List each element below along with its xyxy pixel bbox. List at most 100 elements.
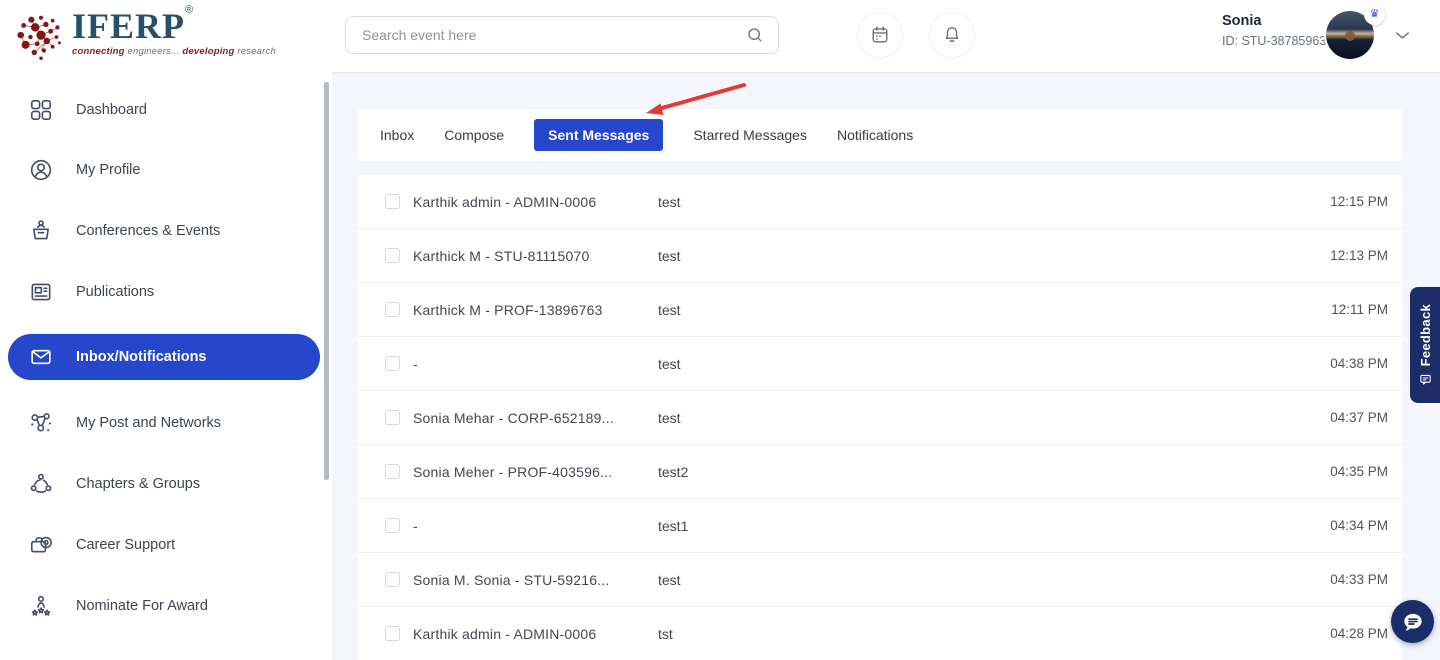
message-checkbox[interactable]: [385, 194, 400, 209]
message-checkbox[interactable]: [385, 248, 400, 263]
feedback-button[interactable]: Feedback: [1410, 287, 1440, 403]
sidebar-scrollbar[interactable]: [324, 82, 329, 480]
sidebar-nav: Dashboard My Profile Conferences & Event…: [0, 72, 332, 660]
message-row[interactable]: Karthik admin - ADMIN-0006 tst 04:28 PM: [358, 607, 1402, 660]
search-input[interactable]: [346, 27, 745, 43]
sidebar-item-career-support[interactable]: Career Support: [8, 525, 320, 565]
sidebar-item-conferences-events[interactable]: Conferences & Events: [8, 211, 320, 251]
logo-network-icon: [17, 15, 61, 61]
sidebar-item-label: Publications: [76, 284, 155, 300]
sidebar-item-label: Nominate For Award: [76, 598, 208, 614]
profile-icon: [28, 157, 54, 183]
message-subject: test: [658, 409, 681, 426]
tab-starred-messages[interactable]: Starred Messages: [693, 119, 807, 151]
message-time: 04:35 PM: [1330, 464, 1388, 479]
message-row[interactable]: - test 04:38 PM: [358, 337, 1402, 391]
registered-mark: ®: [185, 4, 194, 16]
message-checkbox[interactable]: [385, 572, 400, 587]
message-sender: Karthick M - PROF-13896763: [413, 301, 603, 318]
chat-bubble-icon: [1400, 609, 1426, 635]
message-checkbox[interactable]: [385, 356, 400, 371]
award-icon: [28, 593, 54, 619]
sidebar-item-my-post-and-networks[interactable]: My Post and Networks: [8, 403, 320, 443]
message-sender: Karthik admin - ADMIN-0006: [413, 625, 597, 642]
feedback-label: Feedback: [1417, 303, 1433, 367]
message-row[interactable]: - test1 04:34 PM: [358, 499, 1402, 553]
chat-button[interactable]: [1391, 600, 1434, 643]
chevron-down-icon[interactable]: [1394, 29, 1411, 47]
message-sender: Sonia M. Sonia - STU-59216...: [413, 571, 610, 588]
calendar-button[interactable]: [858, 13, 902, 57]
message-checkbox[interactable]: [385, 410, 400, 425]
message-row[interactable]: Sonia Meher - PROF-403596... test2 04:35…: [358, 445, 1402, 499]
message-subject: test: [658, 571, 681, 588]
message-time: 12:13 PM: [1330, 248, 1388, 263]
message-subject: test1: [658, 517, 689, 534]
message-time: 04:38 PM: [1330, 356, 1388, 371]
sent-messages-list: Karthik admin - ADMIN-0006 test 12:15 PM…: [358, 175, 1402, 660]
message-time: 12:11 PM: [1331, 302, 1388, 317]
notifications-button[interactable]: [930, 13, 974, 57]
message-checkbox[interactable]: [385, 518, 400, 533]
brand-name: IFERP®: [72, 4, 194, 46]
sidebar-item-label: My Post and Networks: [76, 415, 222, 431]
tab-compose[interactable]: Compose: [444, 119, 504, 151]
calendar-icon: [869, 24, 891, 46]
message-checkbox[interactable]: [385, 302, 400, 317]
inbox-icon: [28, 344, 54, 370]
main-content: Inbox Compose Sent Messages Starred Message…: [332, 72, 1440, 660]
feedback-icon: [1419, 373, 1432, 386]
iferp-logo[interactable]: IFERP® connecting engineers... developin…: [14, 4, 276, 66]
publications-icon: [28, 279, 54, 305]
sidebar-item-dashboard[interactable]: Dashboard: [8, 90, 320, 130]
message-subject: test: [658, 301, 681, 318]
search-icon[interactable]: [745, 25, 765, 45]
user-name: Sonia: [1222, 13, 1262, 29]
message-row[interactable]: Karthick M - PROF-13896763 test 12:11 PM: [358, 283, 1402, 337]
network-icon: [28, 410, 54, 436]
message-sender: Karthick M - STU-81115070: [413, 247, 590, 264]
message-row[interactable]: Sonia M. Sonia - STU-59216... test 04:33…: [358, 553, 1402, 607]
message-sender: Sonia Meher - PROF-403596...: [413, 463, 613, 480]
crown-icon: ♛: [1364, 4, 1385, 25]
tab-notifications[interactable]: Notifications: [837, 119, 913, 151]
message-sender: -: [413, 517, 418, 534]
user-id: ID: STU-38785963: [1222, 34, 1327, 48]
message-checkbox[interactable]: [385, 626, 400, 641]
event-search: [345, 16, 779, 54]
sidebar-item-inbox-notifications[interactable]: Inbox/Notifications: [8, 334, 320, 380]
sidebar-item-label: My Profile: [76, 162, 141, 178]
message-sender: -: [413, 355, 418, 372]
page: IFERP® connecting engineers... developin…: [0, 0, 1440, 660]
sidebar-item-label: Dashboard: [76, 102, 147, 118]
sidebar-item-label: Inbox/Notifications: [76, 349, 207, 365]
sidebar-item-publications[interactable]: Publications: [8, 272, 320, 312]
message-time: 04:37 PM: [1330, 410, 1388, 425]
message-row[interactable]: Sonia Mehar - CORP-652189... test 04:37 …: [358, 391, 1402, 445]
message-sender: Sonia Mehar - CORP-652189...: [413, 409, 614, 426]
message-subject: test: [658, 247, 681, 264]
message-time: 04:34 PM: [1330, 518, 1388, 533]
sidebar-item-label: Conferences & Events: [76, 223, 221, 239]
brand-tagline: connecting engineers... developing resea…: [72, 46, 276, 57]
message-subject: test: [658, 193, 681, 210]
tab-sent-messages[interactable]: Sent Messages: [534, 119, 664, 151]
message-subject: tst: [658, 625, 673, 642]
sidebar-item-my-profile[interactable]: My Profile: [8, 150, 320, 190]
message-sender: Karthik admin - ADMIN-0006: [413, 193, 597, 210]
bell-icon: [941, 24, 963, 46]
sidebar-item-label: Career Support: [76, 537, 176, 553]
groups-icon: [28, 471, 54, 497]
message-row[interactable]: Karthik admin - ADMIN-0006 test 12:15 PM: [358, 175, 1402, 229]
message-subject: test: [658, 355, 681, 372]
message-checkbox[interactable]: [385, 464, 400, 479]
sidebar-item-chapters-groups[interactable]: Chapters & Groups: [8, 464, 320, 504]
career-icon: [28, 532, 54, 558]
sidebar-item-nominate-for-award[interactable]: Nominate For Award: [8, 586, 320, 626]
tab-inbox[interactable]: Inbox: [380, 119, 414, 151]
message-time: 12:15 PM: [1330, 194, 1388, 209]
top-bar: IFERP® connecting engineers... developin…: [0, 0, 1440, 72]
messages-tab-bar: Inbox Compose Sent Messages Starred Message…: [358, 109, 1402, 161]
message-row[interactable]: Karthick M - STU-81115070 test 12:13 PM: [358, 229, 1402, 283]
conference-icon: [28, 218, 54, 244]
